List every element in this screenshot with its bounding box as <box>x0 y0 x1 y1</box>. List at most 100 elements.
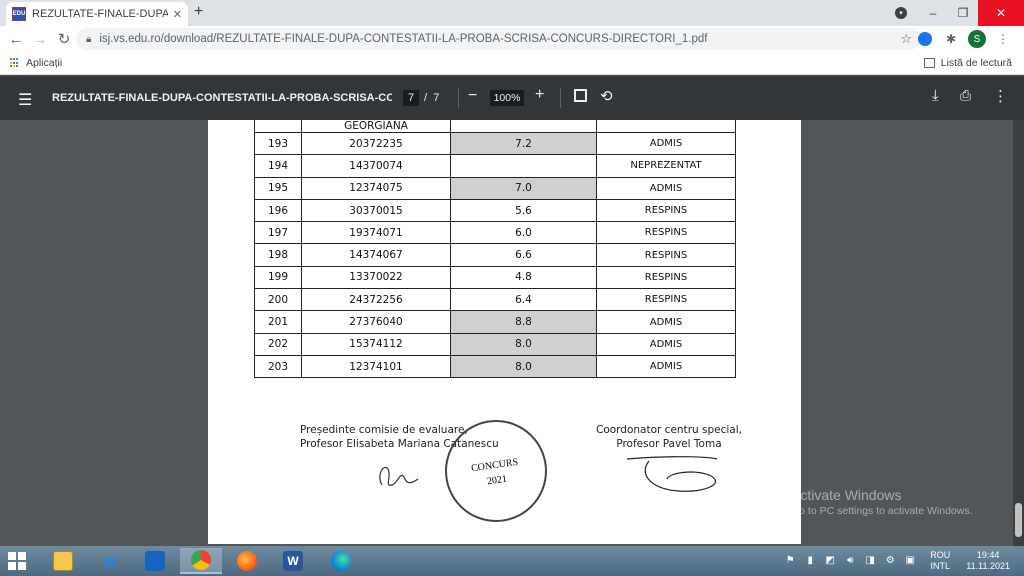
zoom-in-button[interactable]: + <box>535 86 544 104</box>
taskbar-file-explorer[interactable] <box>42 548 84 574</box>
taskbar-mail[interactable] <box>134 548 176 574</box>
print-icon[interactable]: ⎙ <box>960 87 971 104</box>
row-grade: 7.2 <box>450 131 597 156</box>
zoom-level-input[interactable]: 100% <box>490 90 524 106</box>
taskbar-word[interactable]: W <box>272 548 314 574</box>
table-row: 196 30370015 5.6 RESPINS <box>254 198 736 223</box>
total-pages: 7 <box>433 92 440 104</box>
close-window-button[interactable]: ✕ <box>978 0 1024 26</box>
tray-app-icon-3[interactable]: ⚙ <box>883 555 897 567</box>
pdf-viewport[interactable]: 192 GEORGIANA 6.4 NEPREZENTAT 1932037223… <box>0 120 1024 546</box>
tab-close-icon[interactable]: ✕ <box>173 8 182 21</box>
bookmark-star-icon[interactable]: ☆ <box>900 31 912 47</box>
zoom-out-button[interactable]: − <box>468 87 477 105</box>
lock-icon[interactable]: 🔒︎ <box>86 34 91 45</box>
table-row: 201 27376040 8.8 ADMIS <box>254 310 736 334</box>
tray-app-icon-2[interactable]: ◨ <box>863 555 877 567</box>
volume-icon[interactable]: 🔊︎ <box>843 555 857 567</box>
concurs-stamp: CONCURS 2021 <box>445 420 547 522</box>
row-grade: 7.0 <box>450 176 597 200</box>
row-number: 199 <box>254 265 302 290</box>
scrollbar-thumb[interactable] <box>1015 503 1022 537</box>
firefox-icon <box>237 551 257 571</box>
row-grade: 6.4 <box>450 288 597 312</box>
row-status: RESPINS <box>596 288 736 312</box>
url-text: isj.vs.edu.ro/download/REZULTATE-FINALE-… <box>99 33 708 45</box>
browser-toolbar: ← → ↻ 🔒︎ isj.vs.edu.ro/download/REZULTAT… <box>0 26 1024 52</box>
tray-app-icon[interactable]: ◩ <box>823 555 837 567</box>
row-code: 14374067 <box>301 243 451 267</box>
row-code: 19374071 <box>301 221 451 245</box>
taskbar-internet-explorer[interactable]: e <box>90 548 132 574</box>
page-number-input[interactable]: 7 <box>403 90 419 106</box>
row-grade: 4.8 <box>450 265 597 290</box>
row-grade <box>450 154 597 178</box>
browser-tab[interactable]: EDU REZULTATE-FINALE-DUPA-CONTE ✕ <box>6 2 188 26</box>
tray-app-icon-4[interactable]: ▣ <box>903 555 917 567</box>
row-code: 15374112 <box>301 332 451 356</box>
results-table: 192 GEORGIANA 6.4 NEPREZENTAT 1932037223… <box>254 120 736 379</box>
tray-flag-icon[interactable]: ⚑ <box>783 555 797 567</box>
apps-grid-icon <box>10 58 20 68</box>
extension-icon[interactable] <box>916 30 934 48</box>
row-code: 12374101 <box>301 354 451 379</box>
clock[interactable]: 19:44 11.11.2021 <box>966 550 1010 572</box>
row-status: RESPINS <box>596 198 736 223</box>
row-grade: 8.8 <box>450 310 597 334</box>
fit-to-page-icon[interactable] <box>574 89 587 102</box>
row-code: 14370074 <box>301 154 451 178</box>
row-status: NEPREZENTAT <box>596 120 736 133</box>
reload-button[interactable]: ↻ <box>52 30 76 48</box>
forward-button[interactable]: → <box>28 31 52 48</box>
pdf-page: 192 GEORGIANA 6.4 NEPREZENTAT 1932037223… <box>208 120 801 544</box>
row-code: GEORGIANA <box>301 120 451 133</box>
pdf-scrollbar[interactable] <box>1013 120 1024 546</box>
row-grade: 6.6 <box>450 243 597 267</box>
start-button[interactable] <box>8 552 26 570</box>
taskbar-chrome[interactable] <box>180 548 222 574</box>
profile-avatar[interactable]: S <box>968 30 986 48</box>
taskbar-edge[interactable] <box>320 548 362 574</box>
reading-list-icon <box>923 58 935 68</box>
coordinator-signature-mark <box>626 456 718 492</box>
puzzle-extensions-icon[interactable]: ✱ <box>942 30 960 48</box>
chrome-menu-icon[interactable]: ⋮ <box>994 30 1012 48</box>
pdf-menu-icon[interactable]: ☰ <box>18 90 32 110</box>
reading-list-label: Listă de lectură <box>940 57 1012 69</box>
watermark-title: Activate Windows <box>791 487 902 503</box>
minimize-button[interactable]: – <box>918 0 948 26</box>
extensions-area: ✱ S ⋮ <box>916 30 1012 48</box>
watermark-subtitle: Go to PC settings to activate Windows. <box>791 505 973 517</box>
row-number: 200 <box>254 288 302 312</box>
internet-explorer-icon: e <box>104 549 118 573</box>
lang-top: ROU <box>930 550 951 560</box>
row-number: 192 <box>254 120 302 133</box>
profile-menu-icon[interactable]: ▾ <box>884 0 918 26</box>
restore-button[interactable]: ❐ <box>948 0 978 26</box>
reading-list-button[interactable]: Listă de lectură <box>923 57 1012 69</box>
clock-time: 19:44 <box>976 550 1000 560</box>
download-icon[interactable]: ⤓ <box>932 87 939 104</box>
row-code: 13370022 <box>301 265 451 290</box>
more-options-icon[interactable]: ⋮ <box>993 87 1008 105</box>
back-button[interactable]: ← <box>4 31 28 48</box>
edge-icon <box>331 551 351 571</box>
input-language[interactable]: ROU INTL <box>930 550 950 572</box>
row-status: ADMIS <box>596 354 736 379</box>
table-row: 194 14370074 NEPREZENTAT <box>254 154 736 178</box>
toolbar-divider <box>560 88 561 108</box>
new-tab-button[interactable]: + <box>194 3 203 21</box>
address-bar[interactable]: 🔒︎ isj.vs.edu.ro/download/REZULTATE-FINA… <box>76 28 920 50</box>
row-code: 27376040 <box>301 310 451 334</box>
table-row: 193 20372235 7.2 ADMIS <box>254 131 736 156</box>
row-status: RESPINS <box>596 243 736 267</box>
rotate-icon[interactable]: ⟲ <box>600 87 613 105</box>
bookmarks-bar: Aplicații Listă de lectură <box>0 52 1024 75</box>
chrome-icon <box>191 550 211 570</box>
apps-bookmark[interactable]: Aplicații <box>10 57 62 69</box>
table-row: 202 15374112 8.0 ADMIS <box>254 332 736 356</box>
network-icon[interactable]: ▮ <box>803 555 817 567</box>
taskbar-firefox[interactable] <box>226 548 268 574</box>
coordinator-signature-block: Coordonator centru special, Profesor Pav… <box>596 423 742 501</box>
tab-title: REZULTATE-FINALE-DUPA-CONTE <box>32 8 168 20</box>
